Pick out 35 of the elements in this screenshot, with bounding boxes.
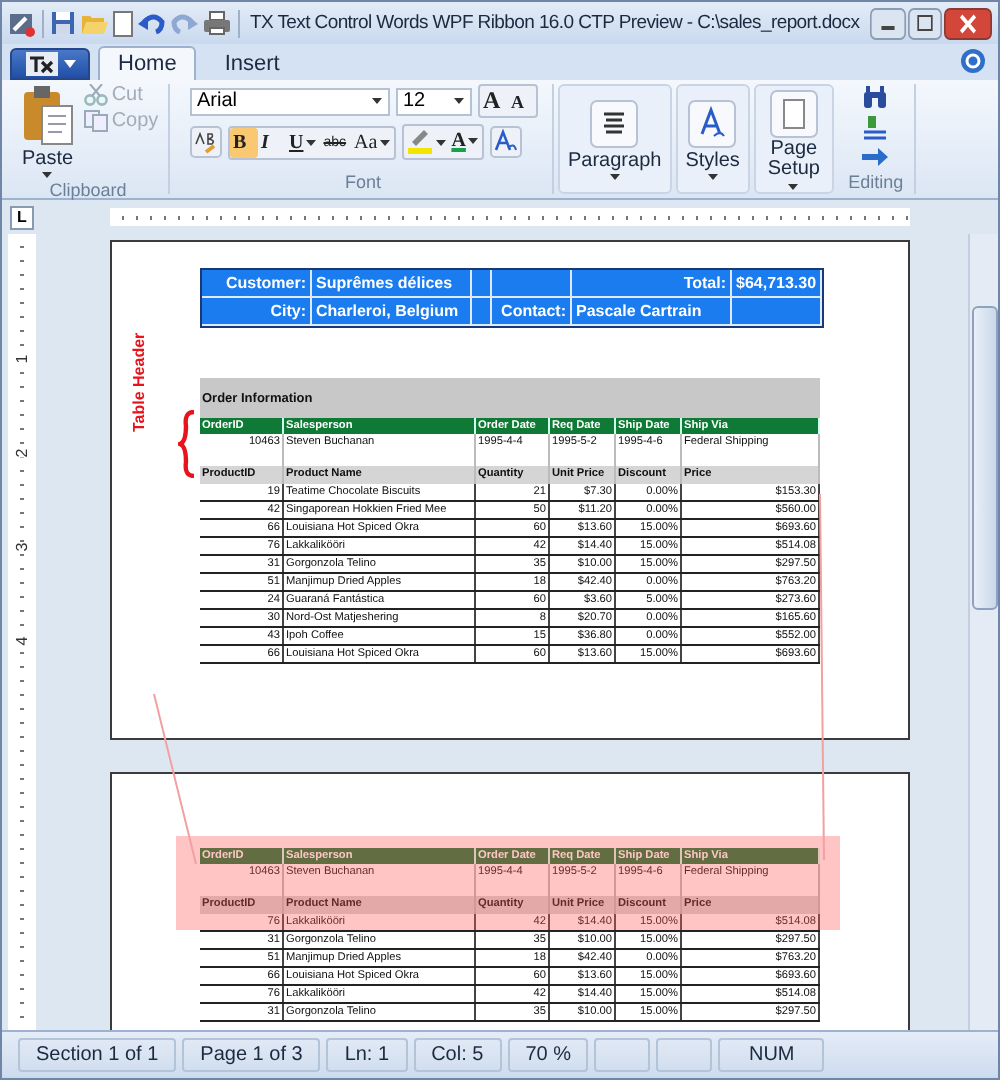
format-button[interactable]: I xyxy=(257,127,285,157)
window-title: TX Text Control Words WPF Ribbon 16.0 CTP Preview - C:\sales_report.docx xyxy=(250,12,860,34)
grow-font-button[interactable]: A xyxy=(479,86,507,116)
format-button[interactable]: B xyxy=(229,127,257,157)
group-label: Clipboard xyxy=(49,180,127,202)
tab-stop-button[interactable]: L xyxy=(10,205,34,229)
group-label: Font xyxy=(344,172,381,194)
table-cell: Suprêmes délices xyxy=(312,270,472,298)
status-item: Col: 5 xyxy=(413,1037,502,1071)
table-cell: Pascale Cartrain xyxy=(572,298,732,326)
font-size-field[interactable]: 12 xyxy=(395,87,471,115)
ruler-number: 2 xyxy=(13,448,31,458)
format-button[interactable]: Aa xyxy=(350,127,394,157)
status-item: Section 1 of 1 xyxy=(18,1037,177,1071)
ruler-number: 4 xyxy=(13,636,31,646)
table-cell: Contact: xyxy=(492,298,572,326)
table-cell: $64,713.30 xyxy=(732,270,822,298)
ruler-number: 1 xyxy=(13,354,31,364)
table-cell: City: xyxy=(202,298,312,326)
table-cell: Customer: xyxy=(202,270,312,298)
ruler-number: 3 xyxy=(13,542,31,552)
ribbon-tab[interactable]: Insert xyxy=(204,46,300,80)
annotation-label: Table Header xyxy=(130,332,148,432)
shrink-font-button[interactable]: A xyxy=(507,86,535,116)
format-button[interactable]: U xyxy=(285,127,320,157)
paste-button[interactable]: Paste xyxy=(17,84,78,180)
table-cell: Charleroi, Belgium xyxy=(312,298,472,326)
font-name-field[interactable]: Arial xyxy=(189,87,389,115)
table-cell: Total: xyxy=(572,270,732,298)
status-item: NUM xyxy=(718,1037,825,1071)
status-item: Ln: 1 xyxy=(326,1037,408,1071)
status-item: 70 % xyxy=(507,1037,589,1071)
ribbon-tab[interactable]: Home xyxy=(98,46,197,80)
group-label: Editing xyxy=(848,172,904,194)
status-item: Page 1 of 3 xyxy=(182,1037,321,1071)
